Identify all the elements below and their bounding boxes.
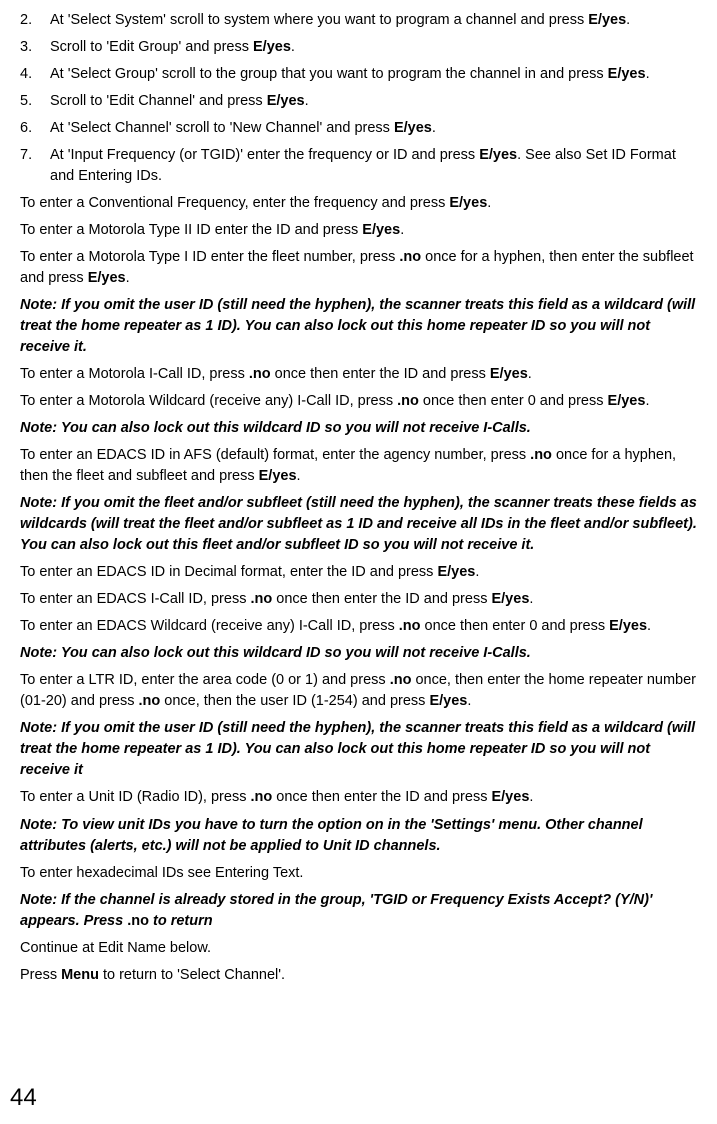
step-5: 5.Scroll to 'Edit Channel' and press E/y… bbox=[20, 91, 697, 112]
page-number: 44 bbox=[10, 1081, 37, 1116]
para-motorola-type-i: To enter a Motorola Type I ID enter the … bbox=[20, 247, 697, 289]
para-conventional-frequency: To enter a Conventional Frequency, enter… bbox=[20, 193, 697, 214]
step-7: 7.At 'Input Frequency (or TGID)' enter t… bbox=[20, 145, 697, 187]
para-motorola-wildcard: To enter a Motorola Wildcard (receive an… bbox=[20, 391, 697, 412]
para-continue-edit-name: Continue at Edit Name below. bbox=[20, 938, 697, 959]
note-unit-ids: Note: To view unit IDs you have to turn … bbox=[20, 815, 697, 857]
para-edacs-afs: To enter an EDACS ID in AFS (default) fo… bbox=[20, 445, 697, 487]
step-2: 2.At 'Select System' scroll to system wh… bbox=[20, 10, 697, 31]
instruction-steps: 2.At 'Select System' scroll to system wh… bbox=[20, 10, 697, 187]
step-6: 6.At 'Select Channel' scroll to 'New Cha… bbox=[20, 118, 697, 139]
para-edacs-decimal: To enter an EDACS ID in Decimal format, … bbox=[20, 562, 697, 583]
note-channel-stored: Note: If the channel is already stored i… bbox=[20, 890, 697, 932]
note-wildcard-icalls-1: Note: You can also lock out this wildcar… bbox=[20, 418, 697, 439]
para-ltr-id: To enter a LTR ID, enter the area code (… bbox=[20, 670, 697, 712]
step-3: 3.Scroll to 'Edit Group' and press E/yes… bbox=[20, 37, 697, 58]
para-edacs-icall: To enter an EDACS I-Call ID, press .no o… bbox=[20, 589, 697, 610]
note-omit-fleet: Note: If you omit the fleet and/or subfl… bbox=[20, 493, 697, 556]
para-motorola-icall: To enter a Motorola I-Call ID, press .no… bbox=[20, 364, 697, 385]
para-edacs-wildcard: To enter an EDACS Wildcard (receive any)… bbox=[20, 616, 697, 637]
para-motorola-type-ii: To enter a Motorola Type II ID enter the… bbox=[20, 220, 697, 241]
note-omit-user-id-1: Note: If you omit the user ID (still nee… bbox=[20, 295, 697, 358]
note-wildcard-icalls-2: Note: You can also lock out this wildcar… bbox=[20, 643, 697, 664]
note-omit-user-id-2: Note: If you omit the user ID (still nee… bbox=[20, 718, 697, 781]
para-press-menu: Press Menu to return to 'Select Channel'… bbox=[20, 965, 697, 986]
para-unit-id: To enter a Unit ID (Radio ID), press .no… bbox=[20, 787, 697, 808]
step-4: 4.At 'Select Group' scroll to the group … bbox=[20, 64, 697, 85]
para-hex-ids: To enter hexadecimal IDs see Entering Te… bbox=[20, 863, 697, 884]
